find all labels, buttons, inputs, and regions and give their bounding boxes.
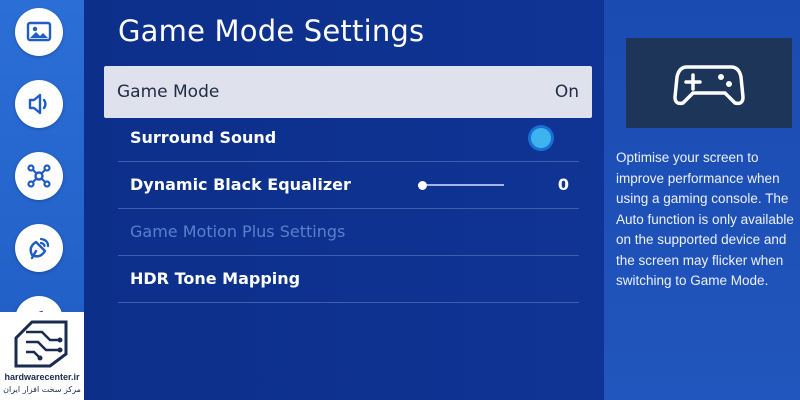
network-icon <box>27 164 51 188</box>
broadcasting-icon <box>29 237 50 260</box>
gamepad-icon <box>673 65 745 106</box>
surround-sound-label: Surround Sound <box>130 128 277 147</box>
network-menu-button[interactable] <box>15 152 63 200</box>
surround-sound-toggle[interactable] <box>531 127 551 148</box>
picture-icon <box>26 21 52 42</box>
watermark-site: hardwarecenter.ir <box>4 372 80 382</box>
help-description: Optimise your screen to improve performa… <box>616 150 794 288</box>
game-motion-plus-label: Game Motion Plus Settings <box>130 222 346 241</box>
side-menu-rail: hardwarecenter.ir مرکز سخت افزار ایران <box>0 0 84 400</box>
game-mode-label: Game Mode <box>117 82 220 102</box>
game-mode-row[interactable]: Game Mode On <box>104 66 592 118</box>
hdr-tone-mapping-label: HDR Tone Mapping <box>130 269 301 288</box>
slider-thumb[interactable] <box>418 180 427 190</box>
hdr-tone-mapping-row[interactable]: HDR Tone Mapping <box>118 255 579 303</box>
settings-panel: Game Mode Settings Game Mode On Surround… <box>84 0 604 400</box>
dynamic-black-equalizer-slider[interactable] <box>418 180 504 190</box>
dynamic-black-equalizer-value: 0 <box>557 175 569 194</box>
help-preview <box>626 38 792 128</box>
picture-menu-button[interactable] <box>15 8 63 56</box>
dynamic-black-equalizer-label: Dynamic Black Equalizer <box>130 175 351 194</box>
watermark-subtitle: مرکز سخت افزار ایران <box>3 385 81 394</box>
sound-icon <box>28 93 47 115</box>
broadcasting-menu-button[interactable] <box>15 224 63 272</box>
watermark-logo: hardwarecenter.ir مرکز سخت افزار ایران <box>0 312 84 400</box>
help-panel: Optimise your screen to improve performa… <box>604 0 800 400</box>
surround-sound-row[interactable]: Surround Sound <box>118 114 579 162</box>
game-mode-value: On <box>554 82 579 102</box>
circuit-logo-icon <box>14 320 68 368</box>
page-title: Game Mode Settings <box>118 14 425 48</box>
game-motion-plus-row: Game Motion Plus Settings <box>118 208 579 256</box>
dynamic-black-equalizer-row[interactable]: Dynamic Black Equalizer 0 <box>118 161 579 209</box>
sound-menu-button[interactable] <box>15 80 63 128</box>
